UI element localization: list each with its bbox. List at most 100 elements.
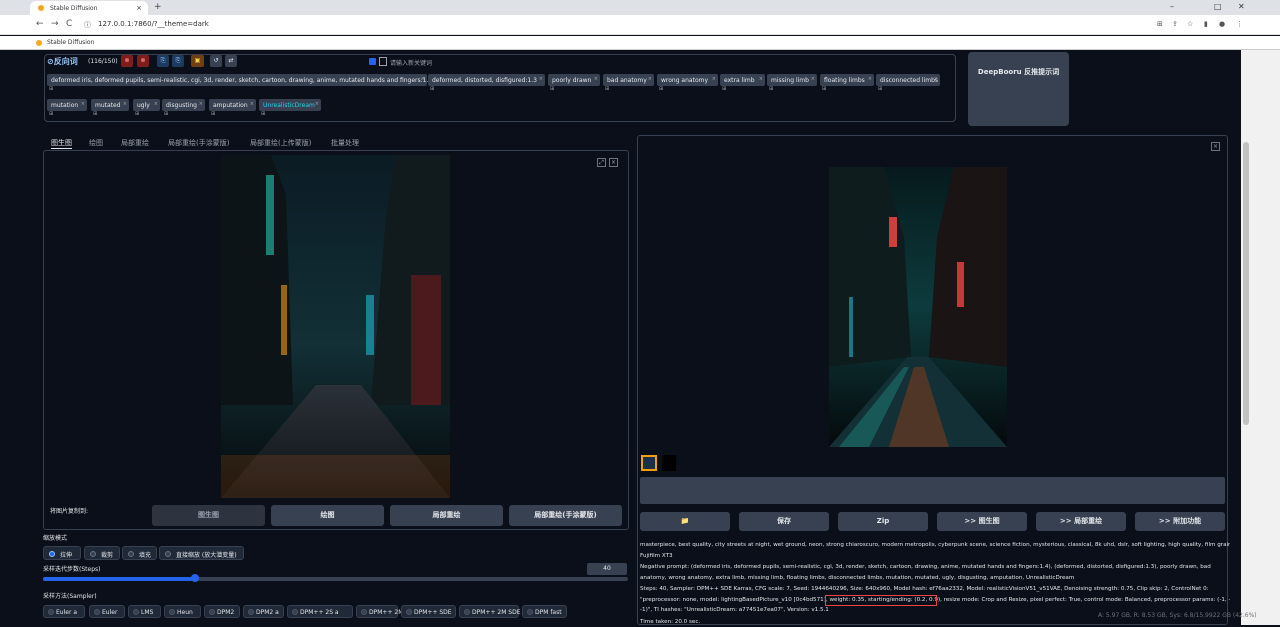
negative-tag[interactable]: amputation ×	[209, 99, 256, 111]
sampler-option[interactable]: DPM++ 2M SDE	[459, 605, 521, 618]
open-folder-button[interactable]: 📁	[640, 512, 730, 531]
new-keyword-input[interactable]: 请输入新关键词	[390, 58, 432, 67]
sampler-option[interactable]: DPM++ SDE	[401, 605, 456, 618]
tag-remove-icon[interactable]: ×	[539, 76, 543, 82]
tag-remove-icon[interactable]: ×	[594, 76, 598, 82]
tag-weight-icon[interactable]: ⊞	[659, 86, 663, 92]
tab-4[interactable]: 局部重绘(上传蒙版)	[250, 138, 311, 148]
tab-close-icon[interactable]: ×	[136, 4, 142, 12]
tag-weight-icon[interactable]: ⊞	[769, 86, 773, 92]
output-button[interactable]: >> 局部重绘	[1036, 512, 1126, 531]
tag-weight-icon[interactable]: ⊞	[135, 111, 139, 117]
scrollbar-thumb[interactable]	[1243, 142, 1249, 425]
output-image[interactable]	[829, 167, 1007, 447]
tab-3[interactable]: 局部重绘(手涂蒙版)	[168, 138, 229, 148]
sampler-option[interactable]: DPM2	[204, 605, 240, 618]
tag-weight-icon[interactable]: ⊞	[822, 86, 826, 92]
tag-weight-icon[interactable]: ⊞	[93, 111, 97, 117]
resize-option[interactable]: 拉伸	[43, 546, 81, 560]
input-image[interactable]	[221, 155, 450, 498]
output-button[interactable]: 保存	[739, 512, 829, 531]
folder-icon[interactable]: ▣	[191, 55, 204, 67]
resize-option[interactable]: 直接缩放 (放大潜变量)	[159, 546, 244, 560]
tag-remove-icon[interactable]: ×	[421, 76, 425, 82]
output-button[interactable]: >> 图生图	[937, 512, 1027, 531]
page-scrollbar[interactable]	[1241, 50, 1280, 625]
negative-tag[interactable]: disconnected limbs ×	[876, 74, 940, 86]
sampler-option[interactable]: Euler a	[43, 605, 85, 618]
tab-2[interactable]: 局部重绘	[121, 138, 149, 148]
tag-weight-icon[interactable]: ⊞	[878, 86, 882, 92]
delete-icon[interactable]: ⊗	[121, 55, 133, 67]
copy-to-button[interactable]: 局部重绘	[390, 505, 503, 526]
translate-icon[interactable]: ⊞	[1157, 20, 1163, 28]
url-field[interactable]: 127.0.0.1:7860/?__theme=dark	[98, 20, 209, 28]
profile-icon[interactable]: ●	[1219, 20, 1225, 28]
negative-tag[interactable]: floating limbs ×	[820, 74, 874, 86]
new-tab-button[interactable]: +	[154, 2, 162, 12]
share-icon[interactable]: ⇪	[1172, 20, 1178, 28]
tab-1[interactable]: 绘图	[89, 138, 103, 148]
sampler-option[interactable]: Euler	[89, 605, 125, 618]
sampler-option[interactable]: DPM++ 2M	[356, 605, 403, 618]
back-icon[interactable]: ←	[36, 19, 44, 29]
steps-value-input[interactable]: 40	[587, 563, 627, 575]
clear-icon[interactable]: ⊗	[137, 55, 149, 67]
tag-remove-icon[interactable]: ×	[759, 76, 763, 82]
copy-to-button[interactable]: 图生图	[152, 505, 265, 526]
negative-tag[interactable]: poorly drawn ×	[548, 74, 600, 86]
tag-remove-icon[interactable]: ×	[811, 76, 815, 82]
resize-option[interactable]: 裁剪	[84, 546, 120, 560]
negative-tag[interactable]: wrong anatomy ×	[657, 74, 718, 86]
tag-remove-icon[interactable]: ×	[868, 76, 872, 82]
browser-tab[interactable]: Stable Diffusion ×	[30, 1, 148, 15]
history-icon[interactable]: ↺	[210, 55, 222, 67]
tag-remove-icon[interactable]: ×	[199, 101, 203, 107]
tag-weight-icon[interactable]: ⊞	[722, 86, 726, 92]
output-button[interactable]: Zip	[838, 512, 928, 531]
generation-info-box[interactable]	[640, 477, 1225, 504]
tag-weight-icon[interactable]: ⊞	[49, 111, 53, 117]
site-info-icon[interactable]: ⓘ	[84, 20, 91, 30]
sampler-option[interactable]: Heun	[164, 605, 201, 618]
negative-tag[interactable]: UnrealisticDream ×	[259, 99, 321, 111]
toggle-checkbox[interactable]	[379, 57, 387, 66]
clear-image-icon[interactable]: ×	[609, 158, 618, 167]
sampler-option[interactable]: LMS	[128, 605, 161, 618]
copy-to-button[interactable]: 局部重绘(手涂蒙版)	[509, 505, 622, 526]
tag-weight-icon[interactable]: ⊞	[430, 86, 434, 92]
tag-weight-icon[interactable]: ⊞	[164, 111, 168, 117]
tag-remove-icon[interactable]: ×	[712, 76, 716, 82]
tag-weight-icon[interactable]: ⊞	[550, 86, 554, 92]
sampler-option[interactable]: DPM2 a	[243, 605, 284, 618]
tag-remove-icon[interactable]: ×	[123, 101, 127, 107]
translate-tag-icon[interactable]: ⇄	[225, 55, 237, 67]
minimize-icon[interactable]: –	[1170, 2, 1174, 11]
sampler-option[interactable]: DPM fast	[522, 605, 567, 618]
tag-remove-icon[interactable]: ×	[154, 101, 158, 107]
tag-weight-icon[interactable]: ⊞	[49, 86, 53, 92]
tag-remove-icon[interactable]: ×	[315, 101, 319, 107]
steps-slider[interactable]	[43, 574, 628, 582]
maximize-icon[interactable]: □	[1214, 2, 1222, 11]
tag-weight-icon[interactable]: ⊞	[211, 111, 215, 117]
tab-5[interactable]: 批量处理	[331, 138, 359, 148]
star-icon[interactable]: ☆	[1187, 20, 1193, 28]
menu-icon[interactable]: ⋮	[1236, 20, 1243, 28]
tag-remove-icon[interactable]: ×	[648, 76, 652, 82]
tag-remove-icon[interactable]: ×	[934, 76, 938, 82]
copy-icon[interactable]: ⎘	[157, 55, 169, 67]
output-button[interactable]: >> 附加功能	[1135, 512, 1225, 531]
negative-tag[interactable]: bad anatomy ×	[603, 74, 654, 86]
bookmark-item[interactable]: Stable Diffusion	[47, 39, 94, 46]
paste-icon[interactable]: ⎘	[172, 55, 184, 67]
window-close-icon[interactable]: ✕	[1238, 2, 1245, 11]
sidepanel-icon[interactable]: ▮	[1204, 20, 1208, 28]
negative-tag[interactable]: mutated ×	[91, 99, 129, 111]
expand-icon[interactable]: ⤢	[597, 158, 606, 167]
sampler-option[interactable]: DPM++ 2S a	[287, 605, 353, 618]
forward-icon[interactable]: →	[51, 19, 59, 29]
tag-remove-icon[interactable]: ×	[250, 101, 254, 107]
gallery-thumbnail-1[interactable]	[641, 455, 657, 471]
negative-tag[interactable]: extra limb ×	[720, 74, 765, 86]
